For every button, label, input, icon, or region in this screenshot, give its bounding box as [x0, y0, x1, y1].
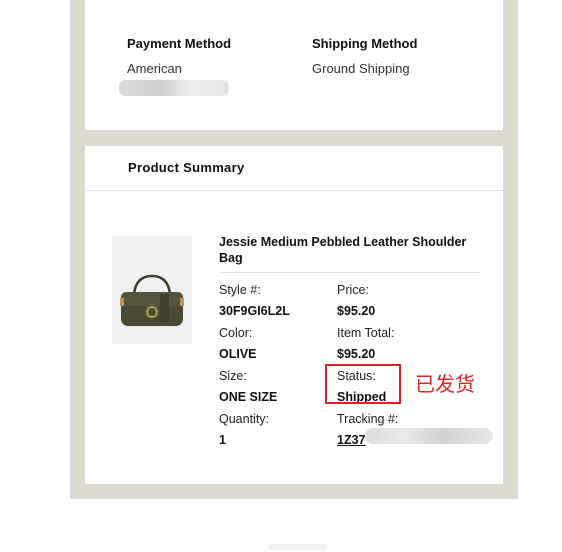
size-field: Size: ONE SIZE: [219, 368, 277, 405]
style-value: 30F9GI6L2L: [219, 304, 290, 318]
divider: [85, 190, 503, 191]
price-field: Price: $95.20: [337, 282, 375, 319]
order-info-card: Payment Method American Shipping Method …: [85, 0, 503, 130]
shipping-method-label: Shipping Method: [312, 36, 418, 51]
footer-fragment: [268, 544, 328, 550]
shipping-method-value: Ground Shipping: [312, 61, 410, 76]
product-summary-card: Product Summary Jessie Medium Pebbled Le…: [85, 146, 503, 484]
redacted-tracking-number: [365, 428, 493, 444]
size-label: Size:: [219, 369, 247, 383]
price-value: $95.20: [337, 304, 376, 318]
redacted-payment-detail: [119, 80, 229, 96]
color-field: Color: OLIVE: [219, 325, 257, 362]
price-label: Price:: [337, 283, 369, 297]
item-total-field: Item Total: $95.20: [337, 325, 394, 362]
color-value: OLIVE: [219, 347, 257, 361]
status-highlight-box: [325, 364, 401, 404]
size-value: ONE SIZE: [219, 390, 278, 404]
tracking-label: Tracking #:: [337, 412, 399, 426]
style-field: Style #: 30F9GI6L2L: [219, 282, 290, 319]
color-label: Color:: [219, 326, 253, 340]
quantity-value: 1: [219, 433, 226, 447]
product-summary-title: Product Summary: [128, 160, 245, 175]
shoulder-bag-icon: [120, 274, 184, 326]
payment-method-value: American: [127, 61, 182, 76]
item-total-label: Item Total:: [337, 326, 395, 340]
style-label: Style #:: [219, 283, 261, 297]
shipped-annotation: 已发货: [415, 372, 475, 396]
product-name[interactable]: Jessie Medium Pebbled Leather Shoulder B…: [219, 234, 481, 273]
item-total-value: $95.20: [337, 347, 376, 361]
quantity-field: Quantity: 1: [219, 411, 269, 448]
product-image[interactable]: [112, 236, 192, 344]
payment-method-label: Payment Method: [127, 36, 232, 51]
quantity-label: Quantity:: [219, 412, 270, 426]
